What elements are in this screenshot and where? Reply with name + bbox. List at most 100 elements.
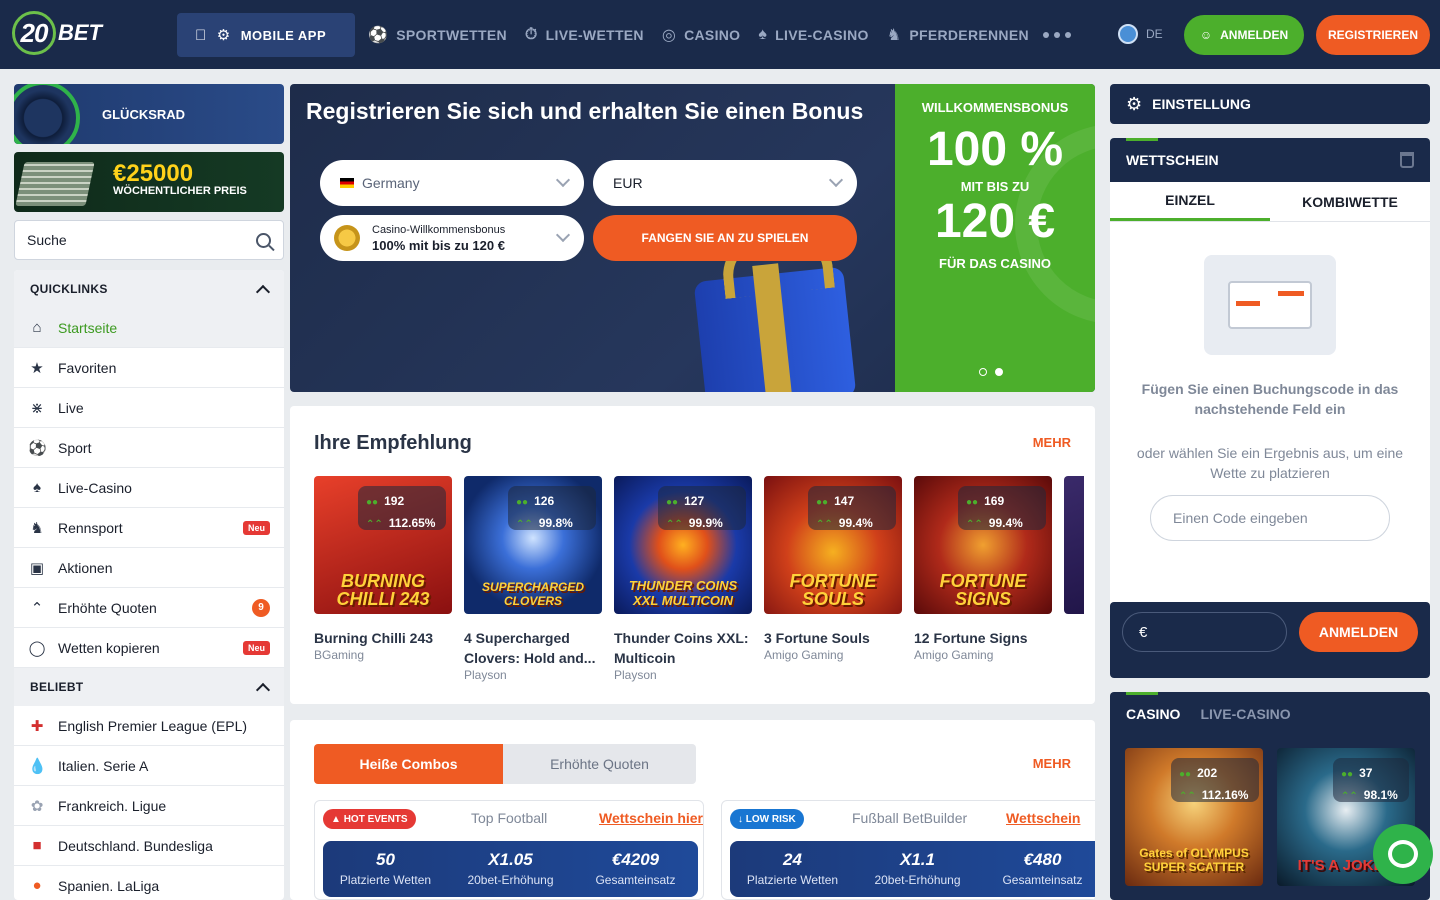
game-card[interactable]: ●● 127 ⌃⌃ 99.9% THUNDER COINS XXL MULTICOIN… bbox=[614, 476, 752, 682]
ligue-icon: ✿ bbox=[30, 797, 44, 815]
game-thumbnail[interactable]: ●● 126 ⌃⌃ 99.8% SUPERCHARGED CLOVERS bbox=[464, 476, 602, 614]
login-button[interactable]: ☺ ANMELDEN bbox=[1184, 15, 1304, 55]
nav-casino[interactable]: ◎ CASINO bbox=[662, 25, 741, 45]
game-title[interactable]: Burning Chilli 243 bbox=[314, 628, 452, 648]
sidebar-item-epl[interactable]: ✚ English Premier League (EPL) bbox=[14, 706, 284, 746]
trash-icon[interactable] bbox=[1400, 152, 1414, 168]
rtp-value: 98.1% bbox=[1363, 788, 1398, 802]
game-stats: ●● 202 ⌃⌃ 112.16% bbox=[1171, 758, 1259, 802]
nav-pferderennen[interactable]: ♞ PFERDERENNEN bbox=[887, 25, 1029, 45]
bonus-value: 100% mit bis zu 120 € bbox=[372, 237, 505, 253]
game-title[interactable]: 4 Supercharged Clovers: Hold and... bbox=[464, 628, 602, 668]
sidebar-item-laliga[interactable]: ● Spanien. LaLiga bbox=[14, 866, 284, 900]
sidebar-item-rennsport[interactable]: ♞ Rennsport Neu bbox=[14, 508, 284, 548]
sidebar-item-favoriten[interactable]: ★ Favoriten bbox=[14, 348, 284, 388]
sidebar-item-ligue[interactable]: ✿ Frankreich. Ligue bbox=[14, 786, 284, 826]
search-icon[interactable] bbox=[256, 232, 271, 248]
currency-select[interactable]: EUR bbox=[593, 160, 857, 206]
language-code: DE bbox=[1146, 27, 1163, 41]
pager-dot-active[interactable] bbox=[995, 368, 1003, 376]
sidebar-item-live-casino[interactable]: ♠ Live-Casino bbox=[14, 468, 284, 508]
game-thumbnail[interactable] bbox=[1064, 476, 1084, 614]
players-icon: ●● bbox=[1341, 769, 1354, 780]
sidebar-item-erhoehte-quoten[interactable]: ⌃ Erhöhte Quoten 9 bbox=[14, 588, 284, 628]
register-button[interactable]: REGISTRIEREN bbox=[1316, 15, 1430, 55]
language-selector[interactable]: DE bbox=[1118, 24, 1163, 44]
euro-symbol: € bbox=[1139, 623, 1148, 641]
game-card[interactable]: ●● 126 ⌃⌃ 99.8% SUPERCHARGED CLOVERS 4 Supe… bbox=[464, 476, 602, 682]
pager-dot[interactable] bbox=[979, 368, 987, 376]
tab-single[interactable]: EINZEL bbox=[1110, 182, 1270, 221]
game-thumbnail[interactable]: ●● 192 ⌃⌃ 112.65% BURNING CHILLI 243 bbox=[314, 476, 452, 614]
game-thumbnail[interactable]: ●● 169 ⌃⌃ 99.4% FORTUNE SIGNS bbox=[914, 476, 1052, 614]
game-card[interactable]: ●● 192 ⌃⌃ 112.65% BURNING CHILLI 243 Burnin… bbox=[314, 476, 452, 682]
lucky-wheel-banner[interactable]: GLÜCKSRAD bbox=[14, 84, 284, 144]
game-card[interactable]: ●● 147 ⌃⌃ 99.4% FORTUNE SOULS 3 Fortune Sou… bbox=[764, 476, 902, 682]
total-stake: €480 Gesamteinsatz bbox=[980, 841, 1095, 897]
section-title: Ihre Empfehlung bbox=[314, 432, 472, 454]
sidebar-item-sport[interactable]: ⚽ Sport bbox=[14, 428, 284, 468]
game-art-title: Gates of OLYMPUS SUPER SCATTER bbox=[1139, 846, 1249, 874]
game-card[interactable]: ●● 169 ⌃⌃ 99.4% FORTUNE SIGNS 12 Fortune Si… bbox=[914, 476, 1052, 682]
popular-header[interactable]: BELIEBT bbox=[14, 668, 284, 706]
select-outcome-hint: oder wählen Sie ein Ergebnis aus, um ein… bbox=[1136, 445, 1404, 481]
game-thumbnail[interactable]: ●● 127 ⌃⌃ 99.9% THUNDER COINS XXL MULTICOIN bbox=[614, 476, 752, 614]
betslip-login-button[interactable]: ANMELDEN bbox=[1299, 612, 1418, 652]
nav-live-wetten[interactable]: ⏱ LIVE-WETTEN bbox=[525, 26, 644, 44]
tab-hot-combos[interactable]: Heiße Combos bbox=[314, 744, 503, 784]
sidebar-item-label: Wetten kopieren bbox=[58, 639, 160, 656]
nav-sportwetten[interactable]: ⚽ SPORTWETTEN bbox=[368, 25, 507, 45]
sidebar-item-startseite[interactable]: ⌂ Startseite bbox=[14, 308, 284, 348]
weekly-prize-banner[interactable]: €25000 WÖCHENTLICHER PREIS bbox=[14, 152, 284, 212]
sidebar-item-live[interactable]: ⋇ Live bbox=[14, 388, 284, 428]
sidebar-item-bundesliga[interactable]: ■ Deutschland. Bundesliga bbox=[14, 826, 284, 866]
players-icon: ●● bbox=[516, 497, 529, 508]
chevron-down-icon bbox=[828, 172, 844, 188]
tab-live-casino[interactable]: LIVE-CASINO bbox=[1200, 706, 1290, 722]
stake-input[interactable]: € bbox=[1122, 612, 1287, 652]
new-badge: Neu bbox=[242, 520, 270, 535]
boost-multiplier: X1.05 20bet-Erhöhung bbox=[448, 841, 573, 897]
more-link[interactable]: MEHR bbox=[1033, 435, 1071, 450]
game-stats: ●● 169 ⌃⌃ 99.4% bbox=[958, 486, 1046, 530]
brand-logo[interactable]: 20 BET bbox=[12, 10, 112, 56]
tab-casino[interactable]: CASINO bbox=[1126, 706, 1180, 722]
nav-live-casino[interactable]: ♠ LIVE-CASINO bbox=[758, 26, 868, 44]
stake-label: Gesamteinsatz bbox=[595, 873, 676, 887]
game-title[interactable]: 12 Fortune Signs bbox=[914, 628, 1052, 648]
game-title[interactable]: Thunder Coins XXL: Multicoin bbox=[614, 628, 752, 668]
settings-button[interactable]: ⚙ EINSTELLUNG bbox=[1110, 84, 1430, 124]
game-stats: ●● 147 ⌃⌃ 99.4% bbox=[808, 486, 896, 530]
sidebar-item-aktionen[interactable]: ▣ Aktionen bbox=[14, 548, 284, 588]
combo-card[interactable]: ▲ HOT EVENTS Top Football Wettschein hie… bbox=[314, 800, 704, 900]
casino-game-card[interactable]: ●● 202 ⌃⌃ 112.16% Gates of OLYMPUS SUPER SC… bbox=[1125, 748, 1263, 886]
country-select[interactable]: Germany bbox=[320, 160, 584, 206]
game-thumbnail[interactable]: ●● 147 ⌃⌃ 99.4% FORTUNE SOULS bbox=[764, 476, 902, 614]
combo-card[interactable]: ↓ LOW RISK Fußball BetBuilder Wettschein… bbox=[721, 800, 1095, 900]
germany-flag-icon bbox=[340, 178, 354, 188]
tab-boosted-odds[interactable]: Erhöhte Quoten bbox=[503, 744, 696, 784]
search-input[interactable]: Suche bbox=[14, 220, 284, 260]
betslip-link[interactable]: Wettschein bbox=[1006, 810, 1080, 826]
quicklinks-header[interactable]: QUICKLINKS bbox=[14, 270, 284, 308]
start-playing-button[interactable]: FANGEN SIE AN ZU SPIELEN bbox=[593, 215, 857, 261]
game-title[interactable]: 3 Fortune Souls bbox=[764, 628, 902, 648]
live-chat-button[interactable] bbox=[1373, 824, 1433, 884]
more-menu-icon[interactable] bbox=[1042, 31, 1071, 38]
betslip-link[interactable]: Wettschein hier bbox=[599, 810, 703, 826]
mobile-app-button[interactable]:  ⚙ MOBILE APP bbox=[177, 13, 355, 57]
game-provider: Playson bbox=[614, 668, 657, 682]
booking-code-input[interactable]: Einen Code eingeben bbox=[1150, 495, 1390, 541]
bonus-select[interactable]: Casino-Willkommensbonus 100% mit bis zu … bbox=[320, 215, 584, 261]
tab-combi[interactable]: KOMBIWETTE bbox=[1270, 182, 1430, 221]
sidebar-item-serie-a[interactable]: 💧 Italien. Serie A bbox=[14, 746, 284, 786]
stake-value: €480 bbox=[1023, 850, 1062, 869]
upto-label: MIT BIS ZU bbox=[960, 179, 1030, 194]
nav-label: SPORTWETTEN bbox=[396, 26, 507, 43]
placed-label: Platzierte Wetten bbox=[746, 873, 839, 887]
players-count: 169 bbox=[984, 494, 1005, 508]
login-label: ANMELDEN bbox=[1220, 28, 1289, 42]
more-link[interactable]: MEHR bbox=[1033, 756, 1071, 771]
sidebar-item-wetten-kopieren[interactable]: ◯ Wetten kopieren Neu bbox=[14, 628, 284, 668]
game-card-partial[interactable] bbox=[1064, 476, 1084, 682]
